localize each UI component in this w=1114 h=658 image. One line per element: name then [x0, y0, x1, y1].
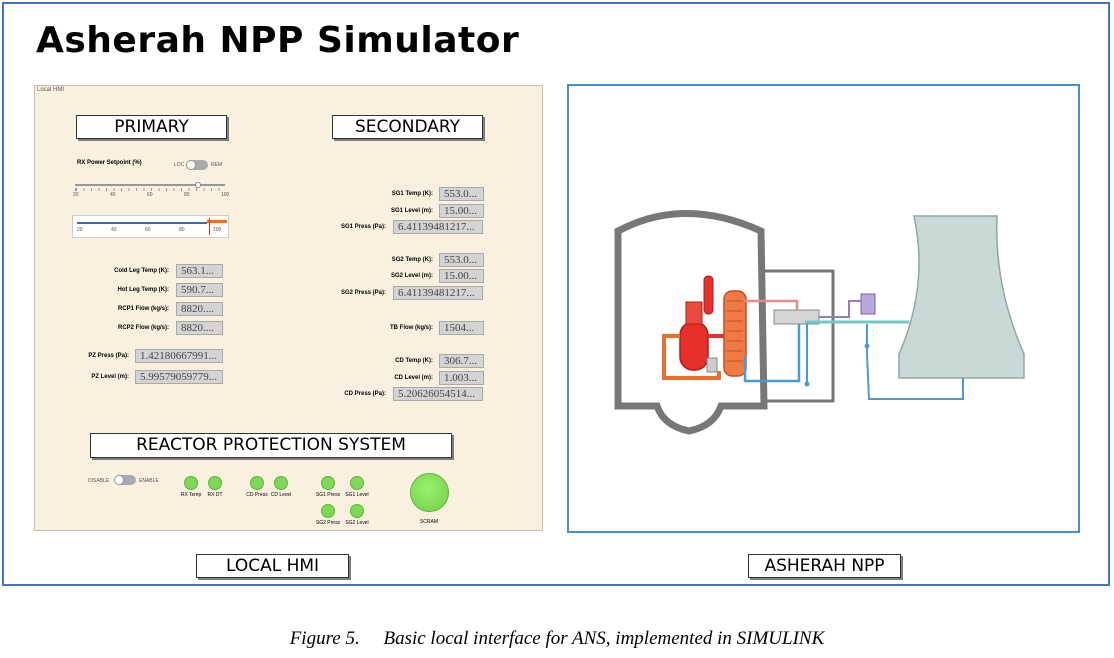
secondary-field-label: CD Press (Pa): [344, 391, 386, 397]
rps-indicator-label: RX DT [207, 492, 223, 498]
generator [860, 293, 876, 315]
rps-enable-toggle[interactable] [114, 475, 136, 485]
scram-label: SCRAM [419, 519, 439, 525]
secondary-field-label: CD Level (m): [394, 375, 433, 381]
secondary-field-label: SG2 Press (Pa): [340, 290, 386, 296]
gauge-tick-label: 80 [179, 227, 185, 233]
rps-indicator-label: SG1 Level [345, 492, 369, 498]
secondary-field-label: SG1 Level (m): [390, 208, 433, 214]
reactor-coolant-pump [706, 357, 718, 373]
rps-indicator-led [321, 476, 335, 490]
rps-heading: REACTOR PROTECTION SYSTEM [90, 433, 452, 458]
gauge-tick-label: 60 [145, 227, 151, 233]
primary-heading: PRIMARY [76, 115, 227, 139]
primary-field-value: 8820.... [176, 302, 223, 316]
rps-indicator-led [208, 476, 222, 490]
cooling-tower [898, 215, 1025, 379]
primary-field-label: Hot Leg Temp (K): [117, 287, 169, 293]
npp-diagram-panel [567, 84, 1080, 533]
app-title: Asherah NPP Simulator [36, 20, 520, 61]
primary-field-label: RCP2 Flow (kg/s): [117, 325, 169, 331]
loc-label: LOC [174, 162, 185, 168]
secondary-field-value: 6.41139481217... [393, 286, 483, 300]
rps-indicator-led [350, 504, 364, 518]
secondary-field-value: 5.20626054514... [393, 387, 483, 401]
pressurizer [703, 275, 714, 315]
primary-field-label: PZ Level (m): [91, 374, 129, 380]
plant-schematic [614, 210, 1025, 435]
rps-indicator-label: SG2 Press [315, 520, 341, 526]
rps-indicator-label: CD Level [270, 492, 292, 498]
slider-tick-label: 40 [110, 192, 116, 198]
gauge-tick-label: 100 [213, 227, 222, 233]
rps-indicator-label: SG1 Press [315, 492, 341, 498]
reactor-head [685, 301, 703, 325]
secondary-field-label: CD Temp (K): [395, 358, 433, 364]
rps-indicator-label: RX Temp [180, 492, 202, 498]
asherah-npp-label: ASHERAH NPP [748, 554, 901, 578]
secondary-field-label: SG2 Temp (K): [391, 257, 433, 263]
rps-indicator-label: SG2 Level [345, 520, 369, 526]
secondary-field-value: 15.00... [439, 204, 484, 218]
slider-tick-label: 100 [221, 192, 230, 198]
gauge-tick-label: 40 [111, 227, 117, 233]
rps-indicator-led [184, 476, 198, 490]
secondary-field-value: 306.7... [439, 354, 484, 368]
power-setpoint-slider[interactable]: 20 40 60 80 100 [73, 182, 229, 202]
rem-label: REM [211, 162, 223, 168]
scram-button[interactable] [410, 473, 449, 512]
slider-tick-label: 20 [73, 192, 79, 198]
secondary-field-label: TB Flow (kg/s): [390, 325, 433, 331]
secondary-heading: SECONDARY [332, 115, 483, 139]
secondary-field-value: 553.0... [439, 253, 484, 267]
secondary-field-label: SG2 Level (m): [390, 273, 433, 279]
secondary-field-value: 553.0... [439, 187, 484, 201]
turbine-exhaust-line [819, 300, 861, 318]
secondary-field-label: SG1 Temp (K): [391, 191, 433, 197]
rps-indicator-label: CD Press [246, 492, 268, 498]
hmi-window-tag: Local HMI [37, 87, 65, 93]
slider-tick-label: 60 [147, 192, 153, 198]
rps-indicator-led [350, 476, 364, 490]
gauge-tick-label: 20 [77, 227, 83, 233]
power-gauge: 20 40 60 80 100 [72, 215, 229, 238]
rps-indicator-led [321, 504, 335, 518]
enable-label: ENABLE [139, 478, 159, 484]
figure-caption: Figure 5. Basic local interface for ANS,… [289, 628, 825, 649]
feedwater-line [743, 324, 801, 383]
secondary-field-value: 1504... [439, 321, 484, 335]
primary-field-value: 5.99579059779... [135, 370, 223, 384]
secondary-field-value: 1.003... [439, 371, 484, 385]
rps-indicator-led [250, 476, 264, 490]
primary-field-value: 1.42180667991... [135, 349, 223, 363]
primary-field-value: 8820.... [176, 321, 223, 335]
primary-field-value: 563.1... [176, 264, 223, 278]
valve [804, 381, 810, 387]
loc-rem-toggle[interactable] [186, 160, 208, 170]
primary-field-value: 590.7... [176, 283, 223, 297]
power-setpoint-label: RX Power Setpoint (%) [77, 160, 142, 166]
steam-generator [723, 290, 747, 377]
local-hmi-panel: Local HMI PRIMARY SECONDARY RX Power Set… [34, 85, 543, 531]
primary-field-label: Cold Leg Temp (K): [114, 268, 169, 274]
primary-field-label: RCP1 Flow (kg/s): [117, 306, 169, 312]
local-hmi-label: LOCAL HMI [196, 554, 349, 578]
secondary-field-value: 15.00... [439, 269, 484, 283]
primary-field-label: PZ Press (Pa): [88, 353, 129, 359]
secondary-field-value: 6.41139481217... [393, 220, 483, 234]
slider-tick-label: 80 [184, 192, 190, 198]
secondary-field-label: SG1 Press (Pa): [340, 224, 386, 230]
disable-label: DISABLE [88, 478, 110, 484]
reactor-vessel [679, 321, 709, 371]
valve [864, 343, 870, 349]
rps-indicator-led [274, 476, 288, 490]
